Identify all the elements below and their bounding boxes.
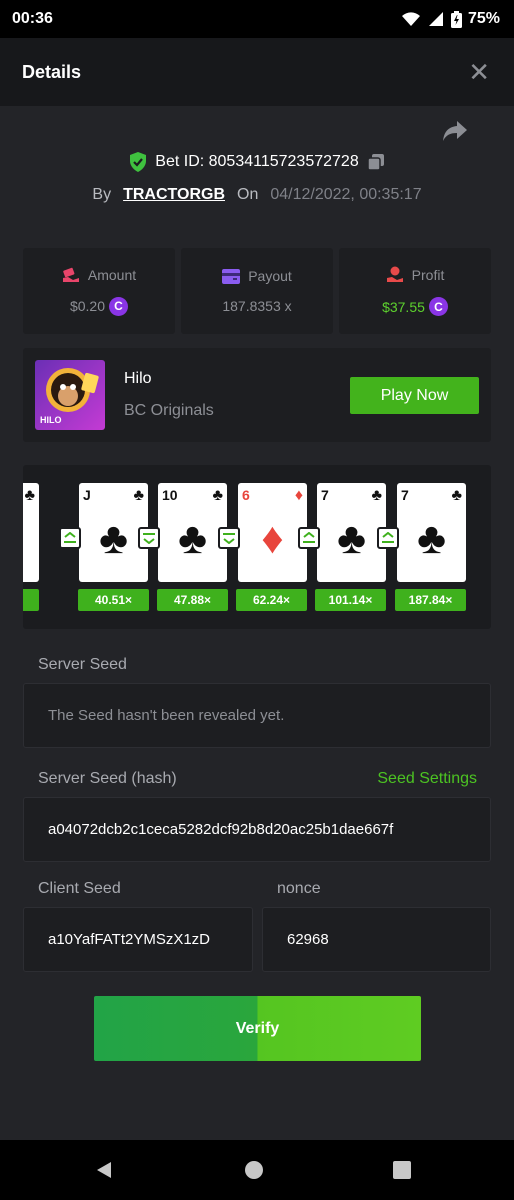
system-nav-bar xyxy=(0,1140,514,1200)
on-label: On xyxy=(237,186,259,203)
lower-arrow-icon xyxy=(138,527,160,549)
playing-card: ♣♣ xyxy=(23,483,39,582)
bet-id: Bet ID: 80534115723572728 xyxy=(155,153,359,170)
higher-arrow-icon xyxy=(59,527,81,549)
card-suit: ♦ xyxy=(261,514,284,563)
play-now-button[interactable]: Play Now xyxy=(350,377,479,414)
game-name: Hilo xyxy=(124,370,152,387)
card-suit-small: ♣ xyxy=(24,487,36,504)
game-provider: BC Originals xyxy=(124,402,214,419)
payout-label: Payout xyxy=(248,268,292,284)
card-suit-small: ♣ xyxy=(371,487,383,504)
coin-icon: C xyxy=(428,297,448,316)
seed-settings-link[interactable]: Seed Settings xyxy=(377,770,477,788)
bet-meta-row: By TRACTORGB On 04/12/2022, 00:35:17 xyxy=(0,186,514,204)
multiplier-badge: 47.88× xyxy=(157,589,228,611)
main-content: Bet ID: 80534115723572728 By TRACTORGB O… xyxy=(0,106,514,1140)
username-link[interactable]: TRACTORGB xyxy=(123,186,225,204)
back-icon[interactable] xyxy=(94,1160,114,1180)
higher-arrow-icon xyxy=(298,527,320,549)
battery-level: 75% xyxy=(467,10,500,27)
multiplier-badge: 187.84× xyxy=(395,589,466,611)
card-rank: 10 xyxy=(162,487,178,503)
lower-arrow-icon xyxy=(218,527,240,549)
playing-card: 6 ♦ ♦ xyxy=(238,483,307,582)
coin-icon: C xyxy=(109,296,129,316)
payout-stat: Payout 187.8353 x xyxy=(181,248,333,334)
multiplier-badge: 62.24× xyxy=(236,589,307,611)
card-rank: 6 xyxy=(242,487,250,503)
home-icon[interactable] xyxy=(244,1160,264,1180)
higher-arrow-icon xyxy=(377,527,399,549)
profit-icon xyxy=(386,266,403,282)
profit-stat: Profit $37.55 C xyxy=(339,248,491,334)
amount-stat: Amount $0.20 C xyxy=(23,248,175,334)
by-label: By xyxy=(92,186,112,203)
amount-icon xyxy=(62,267,79,282)
card-suit: ♣ xyxy=(417,514,446,563)
shield-check-icon xyxy=(130,152,147,172)
verify-button[interactable]: Verify xyxy=(94,996,421,1061)
multiplier-badge: 101.14× xyxy=(315,589,386,611)
cards-history: ♣♣J♣♣10♣♣6♦♦7♣♣7♣♣0×40.51×47.88×62.24×10… xyxy=(23,465,491,629)
playing-card: 7 ♣ ♣ xyxy=(317,483,386,582)
server-seed-field: The Seed hasn't been revealed yet. xyxy=(23,683,491,748)
copy-icon[interactable] xyxy=(366,153,385,171)
server-seed-label: Server Seed xyxy=(38,656,127,673)
card-suit-small: ♣ xyxy=(451,487,463,504)
multiplier-badge: 40.51× xyxy=(78,589,149,611)
thumb-label: HILO xyxy=(40,415,62,425)
card-suit: ♣ xyxy=(178,514,207,563)
amount-label: Amount xyxy=(87,266,137,283)
hilo-game-thumbnail[interactable]: HILO xyxy=(35,360,105,430)
wallet-icon xyxy=(222,268,241,284)
playing-card: 10 ♣ ♣ xyxy=(158,483,227,582)
client-seed-field[interactable]: a10YafFATt2YMSzX1zD xyxy=(23,907,253,972)
card-suit-small: ♣ xyxy=(212,487,224,504)
nonce-field[interactable]: 62968 xyxy=(262,907,491,972)
profit-value: $37.55 xyxy=(382,298,425,315)
status-time: 00:36 xyxy=(12,10,53,27)
stats-row: Amount $0.20 C Payout 187.8353 x Profit … xyxy=(23,248,491,334)
share-icon[interactable] xyxy=(442,120,468,142)
recents-icon[interactable] xyxy=(392,1160,412,1180)
server-seed-hash-label: Server Seed (hash) xyxy=(38,770,177,787)
card-suit: ♣ xyxy=(23,517,39,561)
card-rank: 7 xyxy=(321,487,329,503)
payout-value: 187.8353 x xyxy=(222,298,292,314)
wifi-icon xyxy=(401,12,420,26)
server-seed-hash-field[interactable]: a04072dcb2c1ceca5282dcf92b8d20ac25b1dae6… xyxy=(23,797,491,862)
amount-value: $0.20 xyxy=(69,298,106,314)
game-card: HILO Hilo BC Originals Play Now xyxy=(23,348,491,442)
card-rank: 7 xyxy=(401,487,409,503)
client-seed-label: Client Seed xyxy=(38,880,121,897)
multiplier-badge: 0× xyxy=(23,589,39,611)
status-bar: 00:36 75% xyxy=(0,0,514,38)
close-icon[interactable]: ✕ xyxy=(468,59,490,85)
page-title: Details xyxy=(22,61,82,82)
battery-icon xyxy=(450,10,462,28)
playing-card: 7 ♣ ♣ xyxy=(397,483,466,582)
nonce-label: nonce xyxy=(277,880,321,897)
card-suit-small: ♦ xyxy=(294,487,303,504)
card-rank: J xyxy=(83,487,91,503)
bet-date: 04/12/2022, 00:35:17 xyxy=(270,186,422,203)
profit-label: Profit xyxy=(411,266,445,283)
signal-icon xyxy=(428,12,443,26)
details-header: Details ✕ xyxy=(0,38,514,106)
card-suit-small: ♣ xyxy=(133,487,145,504)
card-suit: ♣ xyxy=(337,514,366,563)
status-icons: 75% xyxy=(401,10,500,28)
bet-id-row: Bet ID: 80534115723572728 xyxy=(0,152,514,172)
